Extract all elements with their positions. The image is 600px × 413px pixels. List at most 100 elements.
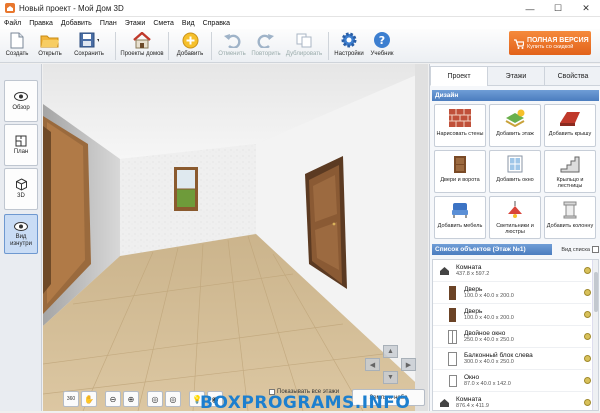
menu-floors[interactable]: Этажи: [125, 20, 146, 27]
eye-icon: [14, 220, 28, 232]
svg-text:?: ?: [379, 34, 385, 47]
visibility-icon[interactable]: [584, 399, 591, 406]
duplicate-label: Дублировать: [285, 51, 323, 57]
pan-hand-button[interactable]: ✋: [81, 391, 97, 407]
arrow-left-icon: ◀: [369, 361, 376, 369]
object-name: Комната: [456, 263, 482, 271]
gear-icon: [339, 31, 359, 49]
orbit-right-button[interactable]: ◎: [165, 391, 181, 407]
tab-project[interactable]: Проект: [430, 66, 488, 86]
list-item[interactable]: Дверь 100.0 x 40.0 x 200.0: [433, 282, 591, 304]
visibility-icon[interactable]: [584, 377, 591, 384]
nav-left-button[interactable]: ◀: [365, 358, 380, 371]
house-projects-button[interactable]: Проекты домов: [119, 29, 165, 63]
add-column-button[interactable]: Добавить колонну: [544, 196, 596, 239]
duplicate-button[interactable]: Дублировать: [283, 29, 325, 63]
list-view-icon: [592, 246, 599, 253]
create-button[interactable]: Создать: [0, 29, 34, 63]
list-item[interactable]: Балконный блок слева 300.0 x 40.0 x 250.0: [433, 348, 591, 370]
menu-file[interactable]: Файл: [4, 20, 21, 27]
title-bar: Новый проект - Мой Дом 3D — ☐ ✕: [0, 0, 600, 17]
add-roof-button[interactable]: Добавить крышу: [544, 104, 596, 147]
interior-view-label: Вид изнутри: [10, 234, 32, 247]
scrollbar-thumb[interactable]: [594, 272, 598, 312]
object-name: Балконный блок слева: [464, 351, 533, 359]
list-item[interactable]: Комната 876.4 x 411.9: [433, 392, 591, 410]
menu-help[interactable]: Справка: [203, 20, 230, 27]
lights-and-chandeliers-button[interactable]: Светильники и люстры: [489, 196, 541, 239]
tab-properties[interactable]: Свойства: [544, 66, 600, 86]
settings-button[interactable]: Настройки: [332, 29, 366, 63]
minimize-button[interactable]: —: [516, 0, 544, 17]
list-item[interactable]: Дверь 100.0 x 40.0 x 200.0: [433, 304, 591, 326]
menu-estimate[interactable]: Смета: [153, 20, 174, 27]
list-item[interactable]: Окно 87.0 x 40.0 x 142.0: [433, 370, 591, 392]
rotate-360-button[interactable]: 360: [63, 391, 79, 407]
list-scrollbar[interactable]: [592, 260, 598, 410]
nav-right-button[interactable]: ▶: [401, 358, 416, 371]
overview-button[interactable]: Обзор: [4, 80, 38, 122]
zoom-in-button[interactable]: ⊕: [123, 391, 139, 407]
nav-up-button[interactable]: ▲: [383, 345, 398, 358]
open-button[interactable]: Открыть: [34, 29, 66, 63]
list-item[interactable]: Комната 437.8 x 597.2: [433, 260, 591, 282]
object-dims: 87.0 x 40.0 x 142.0: [464, 380, 511, 387]
zoom-out-button[interactable]: ⊖: [105, 391, 121, 407]
interior-view-button[interactable]: Вид изнутри: [4, 214, 38, 254]
menu-add[interactable]: Добавить: [61, 20, 92, 27]
list-item[interactable]: Двойное окно 250.0 x 40.0 x 250.0: [433, 326, 591, 348]
visibility-icon[interactable]: [584, 267, 591, 274]
visibility-icon[interactable]: [584, 333, 591, 340]
view-list-toggle[interactable]: Вид списка: [554, 244, 599, 255]
add-floor-icon: [504, 108, 526, 128]
object-dims: 300.0 x 40.0 x 250.0: [464, 358, 514, 365]
rotate-360-icon: 360: [66, 396, 76, 402]
cart-icon: [514, 38, 524, 49]
menu-view[interactable]: Вид: [182, 20, 195, 27]
visibility-icon[interactable]: [584, 289, 591, 296]
undo-button[interactable]: Отменить: [215, 29, 249, 63]
object-dims: 437.8 x 597.2: [456, 270, 490, 277]
objects-list: Комната 437.8 x 597.2 Дверь 100.0 x 40.0 x…: [432, 259, 599, 411]
project-panel: Проект Этажи Свойства Дизайн Нарисовать …: [429, 64, 600, 411]
add-button[interactable]: Добавить: [172, 29, 208, 63]
view-3d-button[interactable]: 3D: [4, 168, 38, 210]
orbit-left-button[interactable]: ◎: [147, 391, 163, 407]
panel-tabs: Проект Этажи Свойства: [430, 66, 600, 86]
visibility-icon[interactable]: [584, 311, 591, 318]
window-icon: [447, 329, 458, 345]
save-button[interactable]: Сохранить: [66, 29, 112, 63]
full-version-banner[interactable]: ПОЛНАЯ ВЕРСИЯ Купить со скидкой: [509, 31, 591, 55]
maximize-button[interactable]: ☐: [544, 0, 572, 17]
visibility-icon[interactable]: [584, 355, 591, 362]
porch-and-stairs-button[interactable]: Крыльцо и лестницы: [544, 150, 596, 193]
object-name: Окно: [464, 373, 480, 381]
close-button[interactable]: ✕: [572, 0, 600, 17]
redo-button[interactable]: Повторить: [249, 29, 283, 63]
doors-and-gates-button[interactable]: Двери и ворота: [434, 150, 486, 193]
nav-down-button[interactable]: ▼: [383, 371, 398, 384]
plan-button[interactable]: План: [4, 124, 38, 166]
arrow-down-icon: ▼: [387, 374, 394, 381]
draw-walls-label: Нарисовать стены: [436, 131, 484, 137]
tab-floors[interactable]: Этажи: [487, 66, 545, 86]
promo-subtitle: Купить со скидкой: [527, 43, 574, 50]
menu-edit[interactable]: Правка: [29, 20, 53, 27]
promo-title: ПОЛНАЯ ВЕРСИЯ: [527, 36, 589, 44]
redo-label: Повторить: [251, 51, 281, 57]
balcony-door-icon: [447, 351, 458, 367]
add-furniture-button[interactable]: Добавить мебель: [434, 196, 486, 239]
draw-walls-button[interactable]: Нарисовать стены: [434, 104, 486, 147]
object-dims: 250.0 x 40.0 x 250.0: [464, 336, 514, 343]
tutorial-button[interactable]: ? Учебник: [366, 29, 398, 63]
arrow-up-icon: ▲: [387, 348, 394, 355]
add-floor-button[interactable]: Добавить этаж: [489, 104, 541, 147]
add-window-button[interactable]: Добавить окно: [489, 150, 541, 193]
add-column-label: Добавить колонну: [546, 223, 594, 229]
object-dims: 876.4 x 411.9: [456, 402, 489, 409]
window-icon: [447, 373, 458, 389]
toolbar-separator: [328, 32, 329, 60]
menu-plan[interactable]: План: [100, 20, 117, 27]
undo-label: Отменить: [218, 51, 246, 57]
view-3d-label: 3D: [17, 192, 25, 199]
